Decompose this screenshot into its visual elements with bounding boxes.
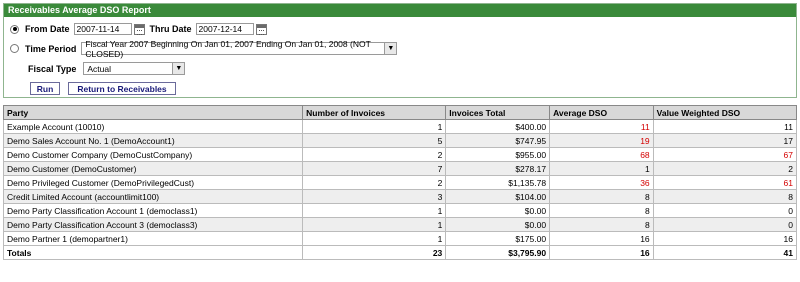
column-header-number-of-invoices: Number of Invoices bbox=[302, 105, 447, 120]
table-row: Demo Privileged Customer (DemoPrivileged… bbox=[2, 175, 798, 190]
weighted-dso-cell: 11 bbox=[652, 119, 798, 134]
party-cell: Demo Partner 1 (demopartner1) bbox=[2, 231, 304, 246]
weighted-dso-cell: 0 bbox=[652, 203, 798, 218]
date-range-row: From Date Thru Date bbox=[10, 23, 267, 35]
average-dso-cell: 16 bbox=[549, 231, 654, 246]
totals-weighted-dso: 41 bbox=[652, 245, 798, 260]
average-dso-cell: 36 bbox=[549, 175, 654, 190]
invoices-cell: 7 bbox=[302, 161, 447, 176]
party-cell: Demo Customer (DemoCustomer) bbox=[2, 161, 304, 176]
button-row: Run Return to Receivables bbox=[30, 82, 176, 95]
table-row: Demo Customer (DemoCustomer) 7 $278.17 1… bbox=[2, 161, 798, 176]
party-cell: Demo Customer Company (DemoCustCompany) bbox=[2, 147, 304, 162]
table-row: Credit Limited Account (accountlimit100)… bbox=[2, 189, 798, 204]
totals-invoices: 23 bbox=[302, 245, 447, 260]
return-to-receivables-button[interactable]: Return to Receivables bbox=[68, 82, 176, 95]
invoices-cell: 5 bbox=[302, 133, 447, 148]
total-cell: $0.00 bbox=[445, 203, 551, 218]
average-dso-cell: 8 bbox=[549, 203, 654, 218]
weighted-dso-cell: 17 bbox=[652, 133, 798, 148]
dso-report-table: Party Number of Invoices Invoices Total … bbox=[2, 105, 798, 260]
total-cell: $278.17 bbox=[445, 161, 551, 176]
weighted-dso-cell: 0 bbox=[652, 217, 798, 232]
total-cell: $175.00 bbox=[445, 231, 551, 246]
totals-label: Totals bbox=[2, 245, 304, 260]
from-date-label: From Date bbox=[25, 24, 70, 34]
totals-average-dso: 16 bbox=[549, 245, 654, 260]
column-header-invoices-total: Invoices Total bbox=[445, 105, 551, 120]
total-cell: $0.00 bbox=[445, 217, 551, 232]
average-dso-cell: 8 bbox=[549, 217, 654, 232]
invoices-cell: 1 bbox=[302, 231, 447, 246]
from-date-input[interactable] bbox=[73, 23, 132, 35]
time-period-row: Time Period Fiscal Year 2007 Beginning O… bbox=[10, 39, 398, 59]
table-header-row: Party Number of Invoices Invoices Total … bbox=[2, 105, 798, 120]
invoices-cell: 1 bbox=[302, 203, 447, 218]
total-cell: $747.95 bbox=[445, 133, 551, 148]
time-period-value: Fiscal Year 2007 Beginning On Jan 01, 20… bbox=[85, 38, 371, 59]
fiscal-type-label: Fiscal Type bbox=[28, 63, 77, 74]
time-period-radio[interactable] bbox=[10, 44, 19, 53]
thru-date-calendar-icon[interactable] bbox=[255, 23, 267, 35]
invoices-cell: 3 bbox=[302, 189, 447, 204]
fiscal-type-row: Fiscal Type Actual ▼ bbox=[28, 62, 186, 75]
party-cell: Credit Limited Account (accountlimit100) bbox=[2, 189, 304, 204]
party-cell: Demo Party Classification Account 3 (dem… bbox=[2, 217, 304, 232]
time-period-label: Time Period bbox=[25, 43, 77, 54]
column-header-party: Party bbox=[2, 105, 304, 120]
total-cell: $400.00 bbox=[445, 119, 551, 134]
total-cell: $955.00 bbox=[445, 147, 551, 162]
weighted-dso-cell: 67 bbox=[652, 147, 798, 162]
column-header-average-dso: Average DSO bbox=[549, 105, 654, 120]
average-dso-cell: 8 bbox=[549, 189, 654, 204]
thru-date-input[interactable] bbox=[195, 23, 254, 35]
total-cell: $1,135.78 bbox=[445, 175, 551, 190]
date-range-radio[interactable] bbox=[10, 24, 19, 34]
average-dso-cell: 19 bbox=[549, 133, 654, 148]
invoices-cell: 1 bbox=[302, 217, 447, 232]
invoices-cell: 2 bbox=[302, 147, 447, 162]
average-dso-cell: 1 bbox=[549, 161, 654, 176]
party-cell: Demo Party Classification Account 1 (dem… bbox=[2, 203, 304, 218]
table-row: Demo Party Classification Account 1 (dem… bbox=[2, 203, 798, 218]
table-row: Demo Sales Account No. 1 (DemoAccount1) … bbox=[2, 133, 798, 148]
party-cell: Demo Privileged Customer (DemoPrivileged… bbox=[2, 175, 304, 190]
fiscal-type-select[interactable]: Actual ▼ bbox=[83, 62, 186, 75]
panel-title: Receivables Average DSO Report bbox=[4, 4, 796, 17]
table-row: Example Account (10010) 1 $400.00 11 11 bbox=[2, 119, 798, 134]
average-dso-cell: 68 bbox=[549, 147, 654, 162]
totals-total: $3,795.90 bbox=[445, 245, 551, 260]
weighted-dso-cell: 16 bbox=[652, 231, 798, 246]
from-date-calendar-icon[interactable] bbox=[133, 23, 145, 35]
chevron-down-icon: ▼ bbox=[384, 43, 397, 54]
party-cell: Example Account (10010) bbox=[2, 119, 304, 134]
column-header-value-weighted-dso: Value Weighted DSO bbox=[652, 105, 798, 120]
time-period-select[interactable]: Fiscal Year 2007 Beginning On Jan 01, 20… bbox=[81, 39, 398, 59]
total-cell: $104.00 bbox=[445, 189, 551, 204]
average-dso-cell: 11 bbox=[549, 119, 654, 134]
report-parameters-panel: Receivables Average DSO Report From Date… bbox=[3, 3, 797, 98]
invoices-cell: 1 bbox=[302, 119, 447, 134]
chevron-down-icon: ▼ bbox=[172, 63, 185, 74]
run-button[interactable]: Run bbox=[30, 82, 60, 95]
weighted-dso-cell: 8 bbox=[652, 189, 798, 204]
weighted-dso-cell: 61 bbox=[652, 175, 798, 190]
invoices-cell: 2 bbox=[302, 175, 447, 190]
table-row: Demo Partner 1 (demopartner1) 1 $175.00 … bbox=[2, 231, 798, 246]
party-cell: Demo Sales Account No. 1 (DemoAccount1) bbox=[2, 133, 304, 148]
table-row: Demo Party Classification Account 3 (dem… bbox=[2, 217, 798, 232]
totals-row: Totals 23 $3,795.90 16 41 bbox=[2, 245, 798, 260]
table-row: Demo Customer Company (DemoCustCompany) … bbox=[2, 147, 798, 162]
fiscal-type-value: Actual bbox=[87, 63, 111, 74]
thru-date-label: Thru Date bbox=[149, 24, 192, 34]
weighted-dso-cell: 2 bbox=[652, 161, 798, 176]
